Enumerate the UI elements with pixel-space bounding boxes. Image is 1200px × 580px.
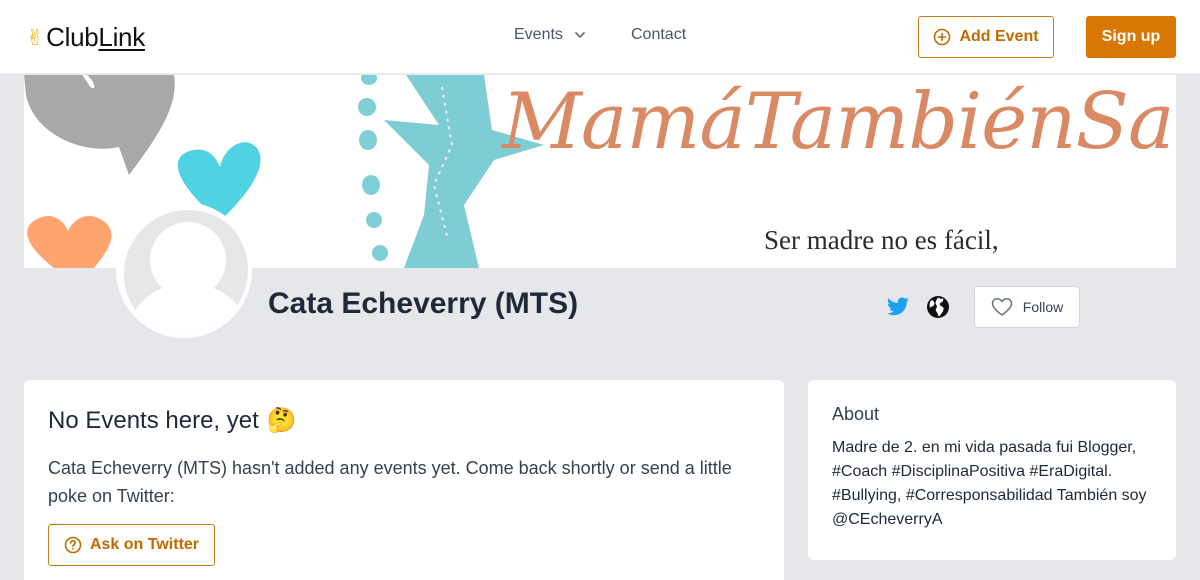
avatar-placeholder — [124, 210, 248, 334]
banner-title: MamáTambiénSabe — [502, 77, 1176, 167]
profile-name: Cata Echeverry (MTS) — [268, 287, 579, 320]
question-circle-icon — [64, 536, 82, 554]
avatar — [116, 202, 252, 338]
plus-circle-icon — [934, 28, 951, 46]
thinking-face-icon: 🤔 — [266, 407, 297, 434]
add-event-button[interactable]: Add Event — [918, 16, 1054, 58]
site-header: ✌ Club Link Events Contact Add Event Sign… — [0, 0, 1200, 74]
chevron-down-icon — [575, 32, 585, 38]
clublink-logo[interactable]: ✌ Club Link — [26, 22, 145, 53]
victory-hand-icon: ✌ — [26, 24, 45, 50]
grey-heart-shape — [24, 75, 175, 175]
about-text: Madre de 2. en mi vida pasada fui Blogge… — [832, 439, 1147, 528]
dotted-trail — [358, 75, 388, 261]
add-event-label: Add Event — [959, 28, 1039, 45]
events-empty-title: No Events here, yet 🤔 — [48, 406, 297, 435]
follow-label: Follow — [1022, 299, 1064, 315]
banner-subtitle: Ser madre no es fácil, — [764, 225, 999, 255]
events-card: No Events here, yet 🤔 Cata Echeverry (MT… — [24, 380, 784, 580]
heart-outline-icon — [991, 298, 1013, 316]
ask-on-twitter-label: Ask on Twitter — [89, 536, 200, 553]
follow-button[interactable]: Follow — [974, 286, 1080, 328]
nav-events-dropdown[interactable]: Events — [514, 26, 587, 44]
user-silhouette-icon — [128, 222, 248, 334]
about-card: About Madre de 2. en mi vida pasada fui … — [808, 380, 1176, 560]
nav-events-label: Events — [514, 26, 563, 43]
nav-contact-link[interactable]: Contact — [631, 26, 686, 44]
ask-on-twitter-button[interactable]: Ask on Twitter — [48, 524, 215, 566]
events-empty-description: Cata Echeverry (MTS) hasn't added any ev… — [48, 458, 732, 506]
signup-button[interactable]: Sign up — [1086, 16, 1176, 58]
globe-icon[interactable] — [926, 295, 950, 319]
twitter-icon[interactable] — [886, 295, 910, 319]
logo-text-link: Link — [98, 22, 145, 52]
orange-heart-shape — [27, 215, 112, 268]
logo-text-club: Club — [46, 22, 99, 52]
about-title: About — [832, 404, 880, 424]
events-empty-title-text: No Events here, yet — [48, 406, 259, 434]
